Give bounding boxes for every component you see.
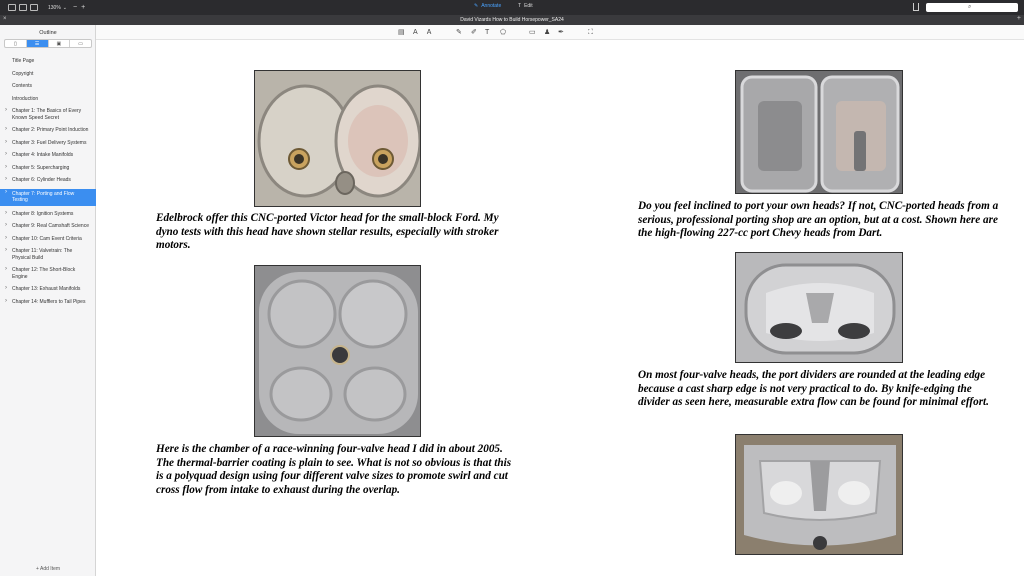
zoom-in-button[interactable]: + [81, 4, 85, 11]
edit-tab[interactable]: T Edit [518, 3, 533, 9]
document-title[interactable]: David Vizards How to Build Horsepower_SA… [460, 17, 564, 23]
outline-item[interactable]: Chapter 12: The Short-Block Engine [0, 266, 96, 281]
zoom-level[interactable]: 130% [48, 5, 61, 11]
sidebar-toggle-icon[interactable] [8, 4, 16, 11]
port-divider-illustration [736, 253, 902, 362]
outline-item[interactable]: Copyright [0, 70, 96, 79]
image-icon[interactable]: ▣ [49, 40, 71, 47]
shapes-icon[interactable]: ⬠ [500, 28, 506, 37]
sidebar-title: Outline [39, 30, 57, 36]
outline-item[interactable]: Introduction [0, 95, 96, 104]
close-icon[interactable]: × [3, 16, 7, 22]
signature-icon[interactable]: ✒ [558, 28, 564, 37]
ported-runners-illustration [736, 71, 902, 193]
outline-item[interactable]: Chapter 2: Primary Point Induction [0, 126, 96, 135]
sidebar: Outline ▯ ☰ ▣ ▭ Title Page Copyright Con… [0, 25, 96, 576]
add-item-label: Add Item [40, 566, 61, 572]
highlighter-icon[interactable]: ✐ [471, 28, 477, 37]
photo-port-dividers [735, 252, 903, 363]
annotate-tab[interactable]: ✎ Annotate [474, 3, 501, 9]
outline-icon[interactable]: ☰ [26, 40, 49, 47]
search-icon: ⌕ [968, 4, 972, 10]
share-icon[interactable] [913, 3, 919, 11]
photo-dart-ports [735, 70, 903, 194]
text-edit-icon: T [518, 3, 522, 9]
caption-dart-ports: Do you feel inclined to port your own he… [638, 200, 999, 239]
search-input[interactable]: ⌕ [926, 3, 1018, 12]
note-icon[interactable]: ▭ [529, 28, 536, 37]
text-style-icon[interactable]: A [413, 28, 418, 37]
new-tab-button[interactable]: + [1017, 15, 1021, 22]
outline-item[interactable]: Chapter 10: Cam Event Criteria [0, 235, 96, 244]
outline-item[interactable]: Chapter 5: Supercharging [0, 164, 96, 173]
outline-item[interactable]: Chapter 3: Fuel Delivery Systems [0, 139, 96, 148]
caption-port-dividers: On most four-valve heads, the port divid… [638, 369, 989, 408]
text-icon[interactable]: T [485, 28, 489, 37]
document-page: Edelbrock offer this CNC-ported Victor h… [97, 41, 1024, 576]
outline-item[interactable]: Contents [0, 82, 96, 91]
cylinder-head-illustration [255, 71, 420, 206]
stamp-icon[interactable]: ♟ [544, 28, 550, 37]
edit-label: Edit [524, 3, 533, 9]
combustion-chamber-illustration [255, 266, 420, 436]
outline-item[interactable]: Chapter 13: Exhaust Manifolds [0, 285, 96, 294]
thumbnail-grid-icon[interactable] [19, 4, 27, 11]
annotation-toolbar: ▤ A Ꭺ ✎ ✐ T ⬠ ▭ ♟ ✒ ⛶ [96, 25, 1024, 40]
photo-victor-head [254, 70, 421, 207]
outline-list: Title Page Copyright Contents Introducti… [0, 57, 96, 310]
two-page-icon[interactable] [30, 4, 38, 11]
fullscreen-icon[interactable]: ⛶ [588, 28, 593, 37]
outline-item[interactable]: Chapter 8: Ignition Systems [0, 210, 96, 219]
pencil-icon[interactable]: ✎ [456, 28, 462, 37]
annotate-label: Annotate [481, 3, 502, 9]
photo-four-valve-chamber [254, 265, 421, 437]
outline-item[interactable]: Chapter 14: Mufflers to Tail Pipes [0, 298, 96, 307]
pen-icon: ✎ [474, 3, 479, 9]
document-tab-bar: × David Vizards How to Build Horsepower_… [0, 15, 1024, 25]
outline-item[interactable]: Chapter 4: Intake Manifolds [0, 151, 96, 160]
sidebar-mode-tabs: ▯ ☰ ▣ ▭ [4, 39, 92, 48]
outline-item[interactable]: Chapter 6: Cylinder Heads [0, 176, 96, 185]
outline-item[interactable]: Chapter 1: The Basics of Every Known Spe… [0, 107, 96, 122]
outline-item[interactable]: Chapter 9: Real Camshaft Science [0, 222, 96, 231]
caption-victor-head: Edelbrock offer this CNC-ported Victor h… [156, 212, 499, 251]
outline-item[interactable]: Title Page [0, 57, 96, 66]
page-icon[interactable]: ▭ [70, 40, 91, 47]
photo-knife-edged-divider [735, 434, 903, 555]
add-item-button[interactable]: + Add Item [0, 566, 96, 572]
main-toolbar: 130% ⌄ − + ✎ Annotate T Edit ⌕ [0, 0, 1024, 15]
manifold-port-illustration [736, 435, 902, 554]
outline-item[interactable]: Chapter 11: Valvetrain: The Physical Bui… [0, 247, 96, 262]
zoom-out-button[interactable]: − [73, 4, 77, 11]
chevron-down-icon[interactable]: ⌄ [63, 5, 67, 11]
bookmark-icon[interactable]: ▯ [5, 40, 27, 47]
text-box-icon[interactable]: ▤ [398, 28, 405, 37]
outline-item-selected[interactable]: Chapter 7: Porting and Flow Testing [0, 188, 96, 206]
caption-four-valve-chamber: Here is the chamber of a race-winning fo… [156, 443, 512, 496]
text-strike-icon[interactable]: Ꭺ [427, 28, 432, 37]
